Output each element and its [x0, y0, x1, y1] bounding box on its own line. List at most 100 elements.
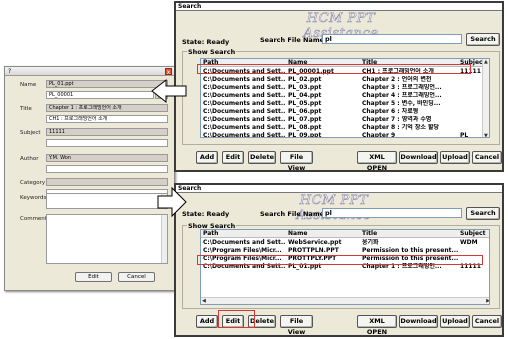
subject-label: Subject [20, 130, 41, 136]
table-cell: C:\Documents and Sett... [203, 132, 286, 138]
table-row[interactable]: C:\Program Files\Micr... PROTTPLN.PPT Perm… [201, 247, 489, 255]
table-cell: Chapter 2 : 언어의 변천 [362, 76, 432, 83]
window-title: Search [176, 3, 502, 11]
cancel-button[interactable]: Cancel [472, 315, 502, 328]
cancel-button[interactable]: Cancel [472, 151, 502, 164]
state-label: State: Ready [182, 38, 230, 46]
table-cell: Chapter 6 : 자료형 [362, 108, 419, 115]
vertical-scrollbar[interactable]: ▲ ▼ [482, 59, 489, 137]
table-cell: C:\Documents and Sett... [203, 76, 286, 83]
group-label: Show Search [187, 48, 237, 56]
xml-open-button[interactable]: XML OPEN [357, 151, 397, 172]
table-cell: C:\Documents and Sett... [203, 92, 286, 99]
table-cell: Chapter 7 : 영역과 수명 [362, 116, 432, 123]
file-view-button[interactable]: File View [280, 151, 313, 172]
file-view-button[interactable]: File View [280, 315, 313, 336]
search-button[interactable]: Search [466, 33, 500, 46]
table-cell: PL_03.ppt [288, 84, 322, 91]
table-row[interactable]: C:\Documents and Sett... PL_06.ppt Chapter… [201, 108, 484, 116]
table-cell: PL_08.ppt [288, 124, 322, 131]
table-cell: WebService.ppt [288, 239, 342, 246]
table-cell: PROTTPLN.PPT [288, 247, 339, 254]
col-subject[interactable]: Subject [458, 230, 489, 238]
comments-field[interactable] [46, 214, 168, 264]
search-button[interactable]: Search [466, 207, 500, 220]
table-cell: C:\Documents and Sett... [203, 239, 286, 246]
table-cell: PL_09.ppt [288, 132, 322, 138]
xml-open-button[interactable]: XML OPEN [357, 315, 397, 336]
table-cell: PL_06.ppt [288, 108, 322, 115]
table-cell: Chapter 9 [362, 132, 396, 138]
col-name[interactable]: Name [286, 230, 360, 238]
upload-button[interactable]: Upload [440, 151, 470, 164]
table-cell: Chapter 3 : 프로그래밍언... [362, 84, 442, 91]
table-row[interactable]: C:\Documents and Sett... PL_05.ppt Chapter… [201, 100, 484, 108]
cancel-button[interactable]: Cancel [118, 272, 155, 282]
table-cell: PL_02.ppt [288, 76, 322, 83]
subject-sub-field[interactable] [46, 139, 168, 147]
table-cell: C:\Documents and Sett... [203, 108, 286, 115]
table-cell: Chapter 4 : 프로그래밍언... [362, 92, 442, 99]
add-button[interactable]: Add [196, 151, 218, 164]
category-field [46, 178, 168, 186]
table-cell: Permission to this present... [362, 247, 458, 254]
table-cell: PL_04.ppt [288, 92, 322, 99]
table-cell: PL [460, 132, 469, 138]
dialog-title: ? [5, 67, 174, 76]
table-row[interactable]: C:\Documents and Sett... PL_09.ppt Chapter… [201, 132, 484, 138]
grid-header: Path Name Title Subject [201, 230, 489, 238]
table-cell: C:\Documents and Sett... [203, 124, 286, 131]
table-cell: Chapter 5 : 변수, 바인딩... [362, 100, 441, 107]
search-file-label: Search File Name : [260, 36, 329, 44]
scroll-up-icon[interactable]: ▲ [484, 59, 488, 65]
subject-field: 11111 [46, 128, 168, 136]
callout-arrow-top-icon [151, 78, 187, 104]
col-path[interactable]: Path [201, 230, 286, 238]
search-input[interactable]: pl [322, 34, 462, 44]
search-window-top: Search HCM PPT Assistance State: Ready S… [174, 1, 504, 172]
download-button[interactable]: Download [399, 151, 438, 164]
table-row[interactable]: C:\Documents and Sett... PL_04.ppt Chapter… [201, 92, 484, 100]
title-label: Title [20, 106, 32, 112]
author-label: Author [20, 156, 39, 162]
delete-button[interactable]: Delete [248, 151, 276, 164]
callout-arrow-bottom-icon [157, 186, 187, 218]
author-field: Y.M. Won [46, 154, 168, 162]
table-cell: PL_07.ppt [288, 116, 322, 123]
table-row[interactable]: C:\Documents and Sett... PL_07.ppt Chapter… [201, 116, 484, 124]
horizontal-scrollbar[interactable]: ◀ ▶ [201, 297, 489, 304]
table-cell: C:\Program Files\Micr... [203, 247, 282, 254]
upload-button[interactable]: Upload [440, 315, 470, 328]
window-title: Search [176, 185, 502, 193]
name-sub-field[interactable]: PL_00001 [46, 91, 154, 99]
table-row[interactable]: C:\Documents and Sett... PL_08.ppt Chapter… [201, 124, 484, 132]
add-button[interactable]: Add [196, 315, 218, 328]
table-row[interactable]: C:\Documents and Sett... WebService.ppt 웅기… [201, 239, 489, 247]
download-button[interactable]: Download [399, 315, 438, 328]
close-icon[interactable]: x [165, 68, 172, 76]
edit-button[interactable]: Edit [222, 151, 244, 164]
scroll-left-icon[interactable]: ◀ [202, 298, 206, 304]
results-grid[interactable]: Path Name Title Subject C:\Documents and… [200, 229, 490, 305]
table-cell: WDM [460, 239, 478, 246]
state-label: State: Ready [182, 210, 230, 218]
table-cell: Chapter 8 : 기억 장소 할당 [362, 124, 440, 131]
highlight-bottom-row [197, 255, 483, 265]
scroll-down-icon[interactable]: ▼ [484, 133, 488, 137]
table-row[interactable]: C:\Documents and Sett... PL_02.ppt Chapter… [201, 76, 484, 84]
table-cell: PL_05.ppt [288, 100, 322, 107]
edit-button[interactable]: Edit [75, 272, 112, 282]
category-label: Category [20, 180, 46, 186]
author-sub-field[interactable] [46, 165, 168, 173]
title-sub-field[interactable]: CH1 : 프로그래밍언어 소개 [46, 115, 168, 123]
keywords-field[interactable] [46, 193, 168, 209]
keywords-label: Keywords [20, 195, 47, 201]
col-title[interactable]: Title [360, 230, 458, 238]
table-row[interactable]: C:\Documents and Sett... PL_03.ppt Chapter… [201, 84, 484, 92]
search-file-label: Search File Name : [260, 210, 329, 218]
table-cell: 웅기화 [362, 239, 379, 246]
scroll-right-icon[interactable]: ▶ [486, 298, 489, 304]
search-input[interactable]: pl [322, 208, 462, 218]
highlight-edit-button [218, 310, 255, 328]
title-field: Chapter 1 : 프로그래밍언어 소개 [46, 104, 168, 112]
